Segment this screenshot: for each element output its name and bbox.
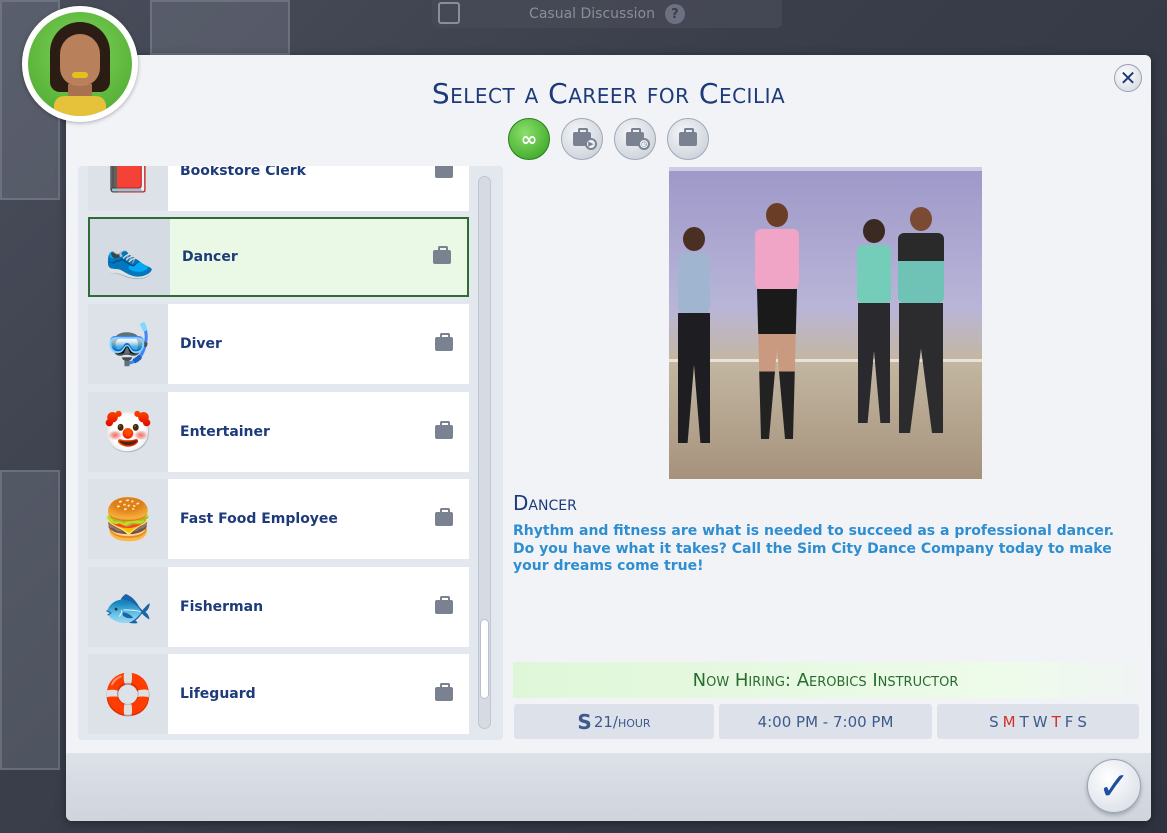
briefcase-icon bbox=[431, 508, 453, 529]
career-preview-image bbox=[669, 167, 982, 479]
career-label: Diver bbox=[180, 336, 222, 352]
briefcase-icon bbox=[431, 421, 453, 442]
briefcase-icon bbox=[431, 166, 453, 181]
career-item-lifeguard[interactable]: 🛟 Lifeguard bbox=[88, 654, 469, 734]
dancer-figure bbox=[849, 219, 899, 423]
day-wednesday: W bbox=[1032, 712, 1048, 731]
scrollbar-thumb[interactable] bbox=[480, 619, 489, 699]
sim-lips bbox=[72, 72, 88, 78]
briefcase-stack-icon bbox=[675, 128, 697, 149]
day-sunday: S bbox=[989, 712, 999, 731]
dancer-figure bbox=[747, 203, 807, 439]
career-pay: S 21/hour bbox=[514, 704, 714, 739]
career-list-panel: 📕 Bookstore Clerk 👟 Dancer 🤿 Diver 🤡 Ent… bbox=[78, 166, 503, 740]
book-icon: 📕 bbox=[88, 166, 168, 211]
day-tuesday: T bbox=[1019, 712, 1029, 731]
diver-icon: 🤿 bbox=[88, 304, 168, 384]
speech-bubble-label: Casual Discussion bbox=[529, 6, 655, 22]
career-label: Fast Food Employee bbox=[180, 511, 338, 527]
simoleon-icon: S bbox=[577, 709, 592, 734]
briefcase-icon bbox=[431, 333, 453, 354]
sim-avatar[interactable] bbox=[22, 6, 138, 122]
confirm-button[interactable]: ✓ bbox=[1087, 759, 1141, 813]
now-hiring-banner: Now Hiring: Aerobics Instructor bbox=[513, 662, 1138, 698]
career-dialog: Select a Career for Cecilia ✕ ∞ ▶ ◷ 📕 Bo… bbox=[66, 55, 1151, 821]
briefcase-play-icon: ▶ bbox=[573, 128, 597, 150]
chat-icon bbox=[438, 2, 460, 24]
career-workdays: S M T W T F S bbox=[937, 704, 1139, 739]
filter-all-button[interactable]: ∞ bbox=[508, 118, 550, 160]
speech-bubble: Casual Discussion ? bbox=[432, 0, 782, 28]
help-icon[interactable]: ? bbox=[664, 4, 685, 24]
infinity-icon: ∞ bbox=[520, 127, 538, 151]
career-label: Bookstore Clerk bbox=[180, 166, 306, 179]
filter-part-time-button[interactable]: ◷ bbox=[614, 118, 656, 160]
career-item-dancer[interactable]: 👟 Dancer bbox=[88, 217, 469, 297]
career-item-bookstore-clerk[interactable]: 📕 Bookstore Clerk bbox=[88, 166, 469, 211]
career-item-fast-food-employee[interactable]: 🍔 Fast Food Employee bbox=[88, 479, 469, 559]
career-item-fisherman[interactable]: 🐟 Fisherman bbox=[88, 567, 469, 647]
sim-portrait bbox=[28, 12, 132, 116]
sim-scarf bbox=[54, 96, 106, 116]
briefcase-clock-icon: ◷ bbox=[626, 128, 650, 150]
dialog-footer bbox=[66, 753, 1151, 821]
filter-full-time-button[interactable]: ▶ bbox=[561, 118, 603, 160]
sim-face bbox=[60, 34, 100, 86]
image-stripe bbox=[669, 167, 982, 171]
filter-stacked-button[interactable] bbox=[667, 118, 709, 160]
career-filter-row: ∞ ▶ ◷ bbox=[508, 118, 709, 160]
career-detail-title: Dancer bbox=[513, 491, 577, 515]
career-label: Entertainer bbox=[180, 424, 270, 440]
burger-icon: 🍔 bbox=[88, 479, 168, 559]
close-button[interactable]: ✕ bbox=[1114, 64, 1142, 92]
career-list[interactable]: 📕 Bookstore Clerk 👟 Dancer 🤿 Diver 🤡 Ent… bbox=[88, 166, 469, 740]
day-thursday: T bbox=[1051, 712, 1061, 731]
career-label: Lifeguard bbox=[180, 686, 256, 702]
career-item-entertainer[interactable]: 🤡 Entertainer bbox=[88, 392, 469, 472]
dancer-figure bbox=[671, 227, 717, 443]
career-hours: 4:00 PM - 7:00 PM bbox=[719, 704, 932, 739]
day-friday: F bbox=[1064, 712, 1074, 731]
career-item-diver[interactable]: 🤿 Diver bbox=[88, 304, 469, 384]
fish-icon: 🐟 bbox=[88, 567, 168, 647]
career-label: Dancer bbox=[182, 249, 238, 265]
day-saturday: S bbox=[1077, 712, 1087, 731]
life-ring-icon: 🛟 bbox=[88, 654, 168, 734]
dialog-title: Select a Career for Cecilia bbox=[431, 77, 786, 110]
background-window bbox=[150, 0, 290, 55]
career-detail-description: Rhythm and fitness are what is needed to… bbox=[513, 523, 1115, 574]
day-monday: M bbox=[1002, 712, 1016, 731]
briefcase-icon bbox=[431, 683, 453, 704]
background-window bbox=[0, 470, 60, 770]
sneaker-icon: 👟 bbox=[90, 219, 170, 295]
briefcase-icon bbox=[431, 596, 453, 617]
jester-hat-icon: 🤡 bbox=[88, 392, 168, 472]
briefcase-icon bbox=[429, 246, 451, 267]
pay-rate: 21/hour bbox=[593, 712, 651, 731]
career-list-scrollbar[interactable] bbox=[478, 176, 491, 729]
career-label: Fisherman bbox=[180, 599, 264, 615]
